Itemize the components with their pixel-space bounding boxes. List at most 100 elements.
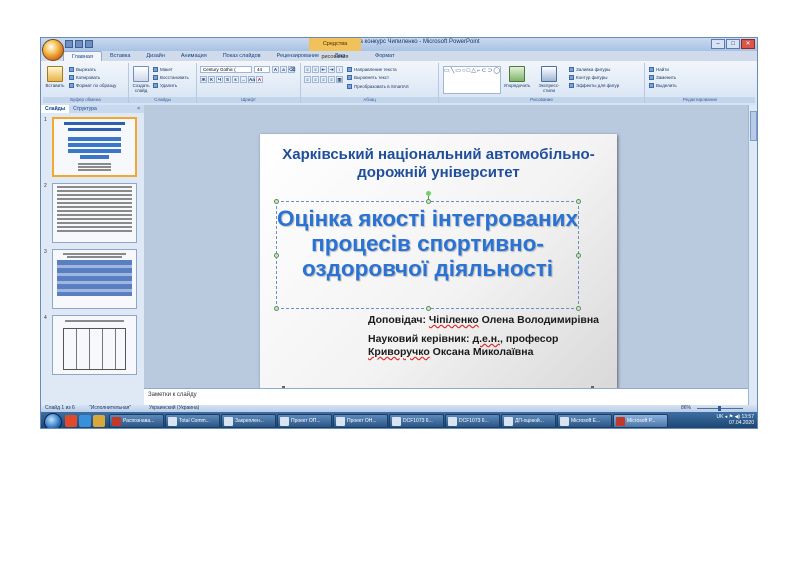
title-placeholder[interactable]: Оцінка якості інтегрованих процесів спор… (274, 191, 581, 311)
tab-insert[interactable]: Вставка (102, 51, 138, 61)
taskbar-item[interactable]: Total Comm... (165, 414, 220, 428)
start-button[interactable] (44, 413, 62, 428)
font-color-button[interactable]: A (256, 76, 263, 83)
resize-handle[interactable] (576, 199, 581, 204)
quick-styles-button[interactable]: Экспресс-стили (533, 66, 565, 93)
tab-view[interactable]: Вид (327, 51, 353, 61)
taskbar-item[interactable]: Проект ОН... (333, 414, 388, 428)
slide-thumbnail-2[interactable]: 2 (41, 183, 141, 243)
resize-handle[interactable] (274, 199, 279, 204)
decrease-indent-button[interactable]: ⇤ (320, 66, 327, 73)
close-pane-icon[interactable]: × (133, 105, 144, 113)
underline-button[interactable]: Ч (216, 76, 223, 83)
select-button[interactable]: Выделить (649, 82, 677, 89)
change-case-button[interactable]: Aa (248, 76, 255, 83)
thumbnail-preview (52, 315, 137, 375)
presenter-info[interactable]: Доповідач: Чіпіленко Олена Володимирівна… (368, 314, 608, 365)
shadow-button[interactable]: s (232, 76, 239, 83)
theme-name: "Исполнительная" (89, 405, 132, 411)
tab-review[interactable]: Рецензирование (269, 51, 327, 61)
shapes-gallery[interactable]: ▭╲▭○□△⌐⊂⊃◯☆⇨{} (443, 66, 501, 94)
cut-button[interactable]: Вырезать (69, 66, 96, 73)
slides-pane: Слайды Структура × 1 2 3 4 (41, 105, 145, 405)
taskbar-item-active[interactable]: Microsoft P... (613, 414, 668, 428)
notes-pane[interactable]: Заметки к слайду (144, 388, 748, 405)
slide-thumbnail-4[interactable]: 4 (41, 315, 141, 375)
taskbar-item[interactable]: ДП-оцінюй... (501, 414, 556, 428)
grow-font-button[interactable]: A (272, 66, 279, 73)
font-size-select[interactable]: 44 (254, 66, 270, 73)
taskbar-item[interactable]: DCF1073 6... (445, 414, 500, 428)
shape-fill-button[interactable]: Заливка фигуры (569, 66, 610, 73)
tab-outline[interactable]: Структура (69, 105, 101, 113)
format-painter-button[interactable]: Формат по образцу (69, 82, 116, 89)
align-left-button[interactable]: ≡ (304, 76, 311, 83)
shrink-font-button[interactable]: a (280, 66, 287, 73)
minimize-button[interactable]: – (711, 39, 725, 49)
italic-button[interactable]: К (208, 76, 215, 83)
close-button[interactable]: ✕ (741, 39, 755, 49)
taskbar-item[interactable]: DCF1073 6... (389, 414, 444, 428)
scrollbar-thumb[interactable] (750, 111, 757, 141)
convert-smartart-button[interactable]: Преобразовать в SmartArt (347, 83, 409, 90)
taskbar-item[interactable]: Microsoft E... (557, 414, 612, 428)
taskbar-item[interactable]: Закреплен... (221, 414, 276, 428)
replace-button[interactable]: Заменить (649, 74, 676, 81)
vertical-scrollbar[interactable] (748, 105, 757, 405)
tab-slides[interactable]: Слайды (41, 105, 70, 113)
numbering-button[interactable]: ≡ (312, 66, 319, 73)
slide-canvas[interactable]: Харківський національний автомобільно-до… (260, 134, 617, 406)
resize-handle[interactable] (576, 306, 581, 311)
align-right-button[interactable]: ≡ (320, 76, 327, 83)
zoom-level[interactable]: 86% (681, 405, 691, 412)
char-spacing-button[interactable]: ↔ (240, 76, 247, 83)
taskbar-item[interactable]: Проект ОП... (277, 414, 332, 428)
resize-handle[interactable] (274, 306, 279, 311)
university-title[interactable]: Харківський національний автомобільно-до… (260, 146, 617, 182)
columns-button[interactable]: ▥ (336, 76, 343, 83)
find-button[interactable]: Найти (649, 66, 669, 73)
font-name-select[interactable]: Century Gothic ( (200, 66, 252, 73)
quick-styles-icon (541, 66, 557, 82)
resize-handle[interactable] (426, 199, 431, 204)
taskbar-item[interactable]: Распознава... (109, 414, 164, 428)
align-center-button[interactable]: ≡ (312, 76, 319, 83)
tab-format[interactable]: Формат (367, 51, 403, 61)
maximize-button[interactable]: □ (726, 39, 740, 49)
delete-slide-button[interactable]: Удалить (153, 82, 177, 89)
layout-button[interactable]: Макет (153, 66, 173, 73)
line-spacing-button[interactable]: ↕ (336, 66, 343, 73)
language-indicator[interactable]: Украинский (Украина) (149, 405, 199, 412)
supervisor-line: Науковий керівник: д.е.н., професор Крив… (368, 333, 559, 358)
tab-design[interactable]: Дизайн (138, 51, 173, 61)
reset-button[interactable]: Восстановить (153, 74, 189, 81)
slide-title[interactable]: Оцінка якості інтегрованих процесів спор… (277, 206, 578, 281)
tab-home[interactable]: Главная (63, 51, 102, 61)
opera-icon[interactable] (65, 415, 77, 427)
clear-format-button[interactable]: ⌫ (288, 66, 295, 73)
explorer-icon[interactable] (93, 415, 105, 427)
justify-button[interactable]: ≡ (328, 76, 335, 83)
tab-slideshow[interactable]: Показ слайдов (215, 51, 269, 61)
slide-thumbnail-1[interactable]: 1 (41, 117, 141, 177)
copy-button[interactable]: Копировать (69, 74, 100, 81)
language-indicator[interactable]: UK (716, 414, 723, 420)
shape-outline-button[interactable]: Контур фигуры (569, 74, 607, 81)
office-button[interactable] (42, 39, 64, 61)
new-slide-button[interactable]: Создать слайд (131, 66, 151, 93)
shape-effects-button[interactable]: Эффекты для фигур (569, 82, 619, 89)
ie-icon[interactable] (79, 415, 91, 427)
increase-indent-button[interactable]: ⇥ (328, 66, 335, 73)
rotate-handle[interactable] (426, 191, 431, 196)
align-text-button[interactable]: Выровнять текст (347, 74, 389, 81)
paste-button[interactable]: Вставить (45, 66, 65, 88)
resize-handle[interactable] (426, 306, 431, 311)
bullets-button[interactable]: ≡ (304, 66, 311, 73)
strikethrough-button[interactable]: S (224, 76, 231, 83)
zoom-slider-thumb[interactable] (718, 406, 721, 411)
slide-thumbnail-3[interactable]: 3 (41, 249, 141, 309)
arrange-button[interactable]: Упорядочить (503, 66, 531, 88)
bold-button[interactable]: Ж (200, 76, 207, 83)
tab-animation[interactable]: Анимация (173, 51, 215, 61)
text-direction-button[interactable]: Направление текста (347, 66, 397, 73)
